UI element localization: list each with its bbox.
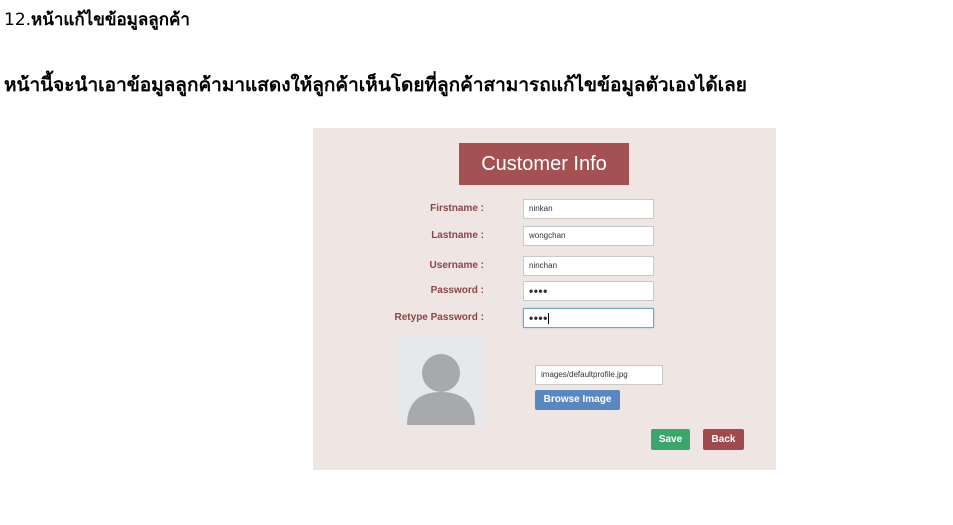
username-input[interactable]: ninchan [523, 256, 654, 276]
firstname-label: Firstname : [430, 203, 484, 214]
default-profile-avatar-icon [397, 336, 485, 425]
image-path-input[interactable]: images/defaultprofile.jpg [535, 365, 663, 385]
retype-password-row: Retype Password : •••• [313, 308, 776, 328]
password-label: Password : [430, 285, 484, 296]
password-input[interactable]: •••• [523, 281, 654, 301]
retype-password-label: Retype Password : [394, 312, 484, 323]
section-title: หน้าแก้ไขข้อมูลลูกค้า [31, 10, 190, 30]
lastname-label: Lastname : [431, 230, 484, 241]
password-row: Password : •••• [313, 281, 776, 301]
retype-password-value: •••• [529, 311, 548, 325]
username-row: Username : ninchan [313, 256, 776, 276]
text-caret [547, 313, 549, 325]
section-description: หน้านี้จะนำเอาข้อมูลลูกค้ามาแสดงให้ลูกค้… [4, 74, 747, 96]
customer-info-screenshot: Customer Info Firstname : ninkan Lastnam… [313, 128, 776, 470]
firstname-input[interactable]: ninkan [523, 199, 654, 219]
back-button[interactable]: Back [703, 429, 744, 450]
form-title: Customer Info [459, 143, 629, 185]
section-number: 12. [4, 10, 32, 30]
username-label: Username : [429, 260, 484, 271]
firstname-row: Firstname : ninkan [313, 199, 776, 219]
lastname-row: Lastname : wongchan [313, 226, 776, 246]
section-heading: 12.หน้าแก้ไขข้อมูลลูกค้า [4, 6, 190, 33]
retype-password-input[interactable]: •••• [523, 308, 654, 328]
save-button[interactable]: Save [651, 429, 690, 450]
profile-picture [397, 336, 485, 425]
browse-image-button[interactable]: Browse Image [535, 390, 620, 410]
lastname-input[interactable]: wongchan [523, 226, 654, 246]
